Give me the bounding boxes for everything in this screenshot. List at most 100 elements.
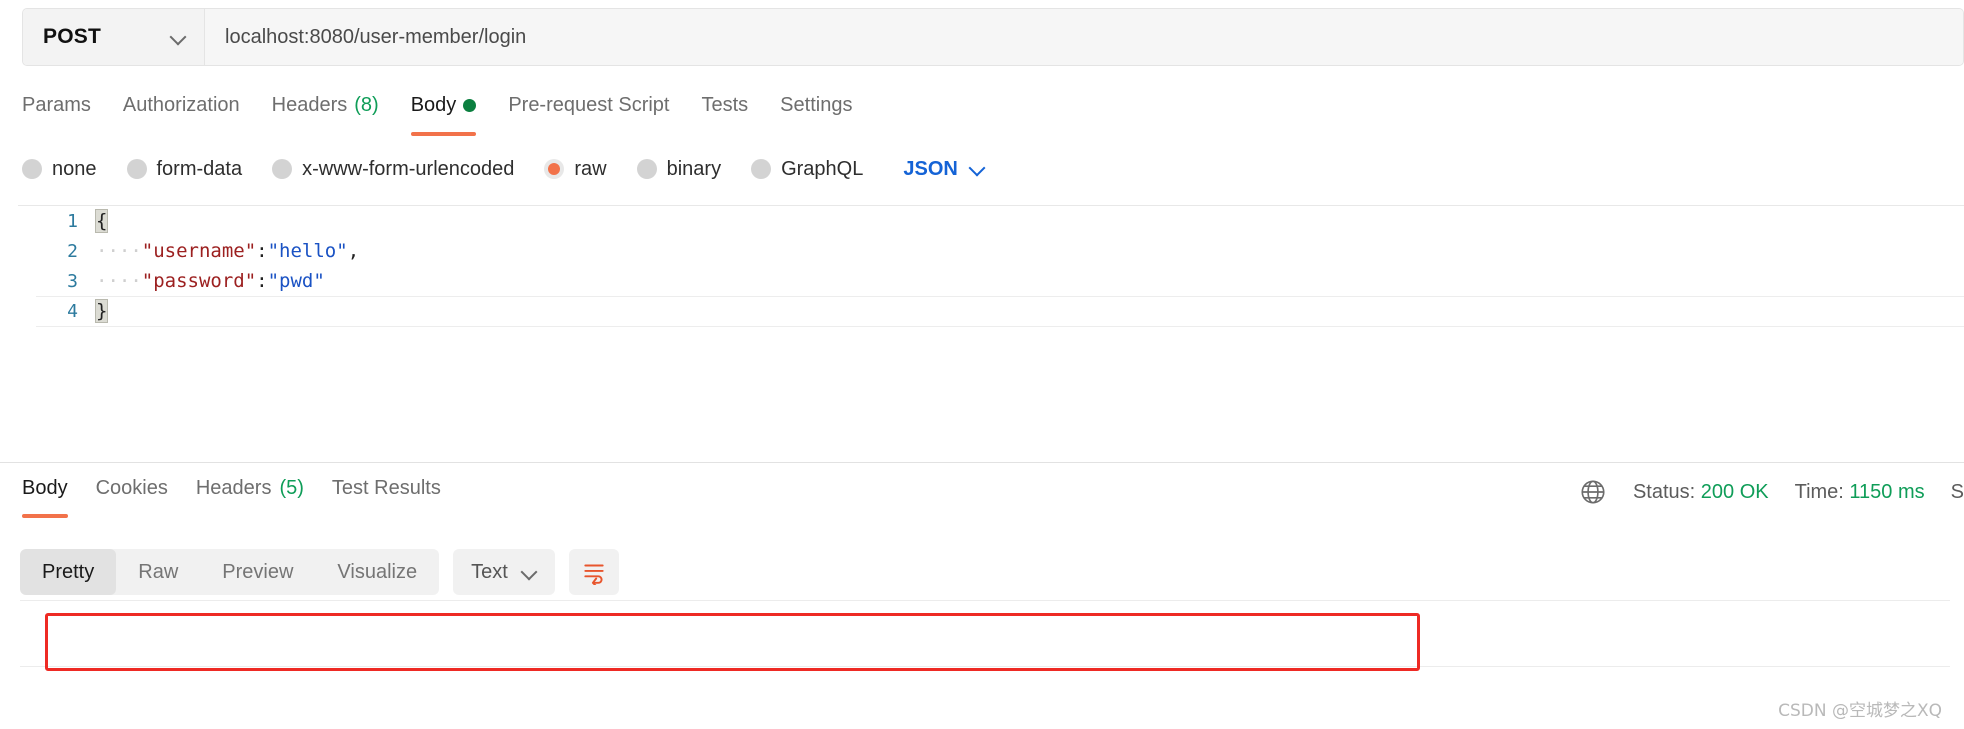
response-view-pretty-label: Pretty bbox=[42, 560, 95, 583]
response-tab-headers-count: (5) bbox=[279, 476, 304, 499]
tab-settings[interactable]: Settings bbox=[764, 84, 868, 136]
response-view-toolbar: Pretty Raw Preview Visualize Text bbox=[20, 549, 619, 595]
body-type-urlencoded-label: x-www-form-urlencoded bbox=[302, 157, 515, 180]
tab-params[interactable]: Params bbox=[22, 84, 107, 136]
json-open-brace: { bbox=[94, 209, 109, 233]
size-label-clipped: S bbox=[1950, 480, 1964, 503]
editor-line-separator bbox=[36, 296, 1964, 297]
editor-line-1: 1 { bbox=[18, 206, 1964, 236]
response-body-viewer[interactable]: 1 eyJhbGciOiJIUzI1NiJ9.eyJzdWIiOiJoZWxsb… bbox=[18, 601, 1948, 661]
time-value: 1150 ms bbox=[1849, 480, 1925, 503]
line-number: 4 bbox=[67, 300, 78, 322]
body-type-none[interactable]: none bbox=[22, 158, 97, 181]
body-type-graphql[interactable]: GraphQL bbox=[751, 158, 863, 181]
response-section-divider bbox=[0, 462, 1964, 463]
body-format-label: JSON bbox=[903, 157, 958, 180]
response-view-visualize[interactable]: Visualize bbox=[315, 549, 439, 595]
body-type-none-label: none bbox=[52, 157, 97, 180]
json-colon: : bbox=[256, 240, 268, 262]
response-view-preview[interactable]: Preview bbox=[200, 549, 315, 595]
line-number: 2 bbox=[67, 240, 78, 262]
chevron-down-icon bbox=[522, 565, 537, 580]
status-label: Status: bbox=[1632, 480, 1696, 503]
postman-window: POST localhost:8080/user-member/login Pa… bbox=[0, 0, 1964, 729]
body-type-raw-label: raw bbox=[574, 157, 607, 180]
response-view-segmented-control: Pretty Raw Preview Visualize bbox=[20, 549, 440, 595]
radio-binary-icon[interactable] bbox=[636, 159, 657, 179]
tab-headers[interactable]: Headers (8) bbox=[256, 84, 395, 136]
time-label: Time: bbox=[1794, 480, 1844, 503]
request-url-bar: POST localhost:8080/user-member/login bbox=[22, 8, 1964, 66]
tab-authorization[interactable]: Authorization bbox=[107, 84, 256, 136]
body-type-binary[interactable]: binary bbox=[636, 157, 722, 181]
radio-graphql-icon[interactable] bbox=[751, 159, 772, 179]
response-tab-headers[interactable]: Headers (5) bbox=[182, 468, 318, 518]
tab-authorization-label: Authorization bbox=[122, 93, 240, 116]
tab-params-label: Params bbox=[22, 93, 91, 116]
request-url-text: localhost:8080/user-member/login bbox=[225, 25, 527, 48]
chevron-down-icon bbox=[171, 30, 186, 45]
body-format-select[interactable]: JSON bbox=[903, 158, 984, 181]
response-view-raw-label: Raw bbox=[138, 560, 179, 583]
response-tab-test-results-label: Test Results bbox=[331, 476, 441, 499]
request-url-input[interactable]: localhost:8080/user-member/login bbox=[205, 9, 1963, 65]
body-type-graphql-label: GraphQL bbox=[781, 157, 864, 180]
radio-urlencoded-icon[interactable] bbox=[272, 159, 293, 179]
body-type-binary-label: binary bbox=[666, 157, 722, 180]
json-key-username: "username" bbox=[141, 240, 257, 262]
response-tab-cookies-label: Cookies bbox=[95, 476, 168, 499]
response-tab-body-label: Body bbox=[22, 476, 68, 499]
json-value-username: "hello" bbox=[267, 240, 348, 262]
body-type-urlencoded[interactable]: x-www-form-urlencoded bbox=[272, 158, 514, 181]
response-format-select[interactable]: Text bbox=[453, 549, 555, 595]
tab-pre-request-script-label: Pre-request Script bbox=[508, 93, 670, 116]
json-colon: : bbox=[256, 270, 268, 292]
chevron-down-icon bbox=[970, 162, 985, 177]
status-value: 200 OK bbox=[1700, 480, 1769, 503]
response-tab-cookies[interactable]: Cookies bbox=[82, 468, 182, 518]
radio-raw-icon[interactable] bbox=[544, 159, 565, 179]
editor-line-4: 4 } bbox=[18, 296, 1964, 326]
globe-icon bbox=[1581, 480, 1605, 504]
response-tab-test-results[interactable]: Test Results bbox=[318, 468, 455, 518]
tab-tests[interactable]: Tests bbox=[685, 84, 764, 136]
body-type-form-data[interactable]: form-data bbox=[126, 157, 243, 181]
json-comma: , bbox=[347, 240, 360, 262]
response-tabs: Body Cookies Headers (5) Test Results bbox=[22, 468, 455, 518]
http-method-select[interactable]: POST bbox=[23, 9, 205, 65]
word-wrap-icon bbox=[584, 564, 604, 585]
tab-settings-label: Settings bbox=[780, 93, 853, 116]
response-view-pretty[interactable]: Pretty bbox=[20, 549, 117, 595]
time-group: Time: 1150 ms bbox=[1795, 481, 1925, 504]
status-group: Status: 200 OK bbox=[1633, 481, 1769, 504]
response-view-preview-label: Preview bbox=[222, 560, 294, 583]
radio-form-data-icon[interactable] bbox=[126, 159, 147, 179]
http-method-label: POST bbox=[43, 25, 101, 48]
watermark: CSDN @空城梦之XQ bbox=[1778, 701, 1942, 721]
editor-line-2: 2 ····"username":"hello", bbox=[18, 236, 1964, 266]
request-body-editor[interactable]: 1 { 2 ····"username":"hello", 3 ····"pas… bbox=[18, 205, 1964, 355]
tab-body[interactable]: Body bbox=[395, 84, 493, 136]
tab-headers-count: (8) bbox=[354, 93, 379, 116]
json-value-password: "pwd" bbox=[267, 270, 325, 292]
json-indent: ···· bbox=[96, 240, 142, 262]
response-body-separator-bottom bbox=[20, 666, 1950, 667]
line-number: 1 bbox=[67, 210, 78, 232]
editor-line-3: 3 ····"password":"pwd" bbox=[18, 266, 1964, 296]
response-format-label: Text bbox=[471, 560, 508, 583]
response-view-raw[interactable]: Raw bbox=[116, 549, 200, 595]
body-type-options: none form-data x-www-form-urlencoded raw… bbox=[22, 145, 1922, 193]
tab-tests-label: Tests bbox=[701, 93, 749, 116]
body-present-dot-icon bbox=[463, 98, 477, 112]
response-tab-body[interactable]: Body bbox=[22, 468, 82, 518]
request-tabs: Params Authorization Headers (8) Body Pr… bbox=[0, 84, 1964, 136]
word-wrap-button[interactable] bbox=[568, 549, 619, 595]
radio-none-icon[interactable] bbox=[22, 159, 42, 179]
json-close-brace: } bbox=[94, 299, 109, 323]
body-type-raw[interactable]: raw bbox=[544, 157, 607, 181]
response-view-visualize-label: Visualize bbox=[337, 560, 418, 583]
response-status-bar: Status: 200 OK Time: 1150 ms S bbox=[1579, 478, 1964, 506]
tab-pre-request-script[interactable]: Pre-request Script bbox=[492, 84, 685, 136]
json-indent: ···· bbox=[96, 270, 142, 292]
body-type-form-data-label: form-data bbox=[156, 157, 243, 180]
